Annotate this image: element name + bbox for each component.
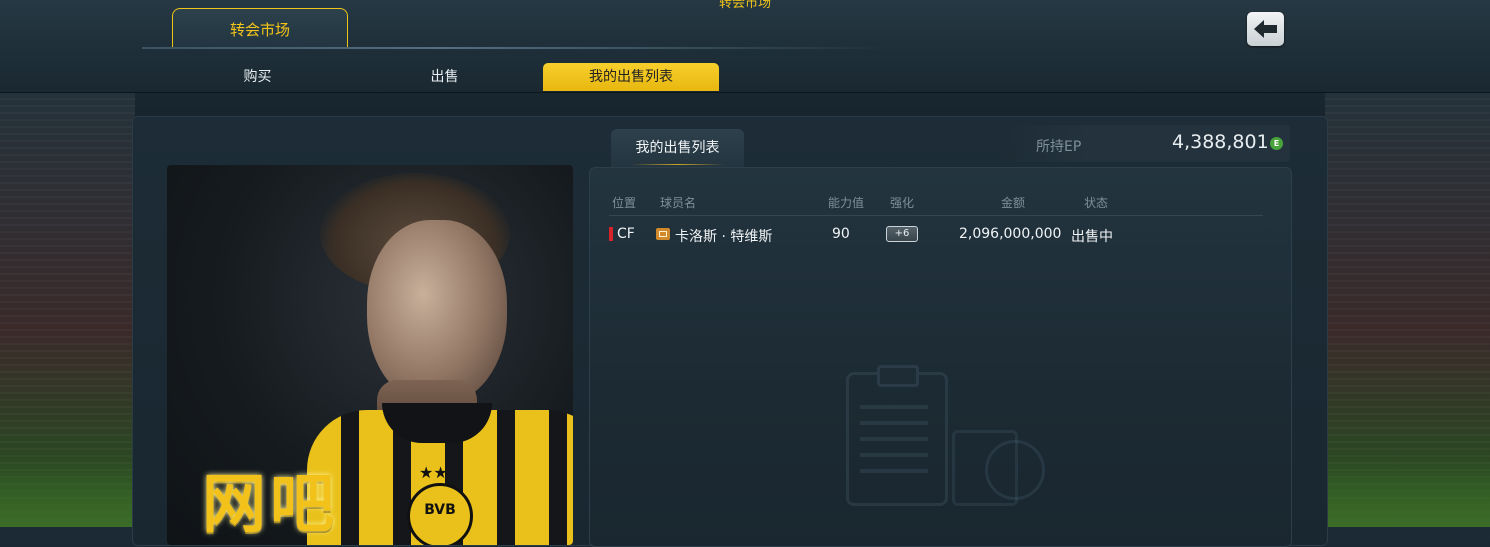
header-divider: [609, 215, 1263, 216]
tab-my-sell-list[interactable]: 我的出售列表: [543, 63, 719, 91]
clipboard-lines: [860, 405, 928, 485]
watermark-logo: 网吧: [202, 468, 338, 542]
column-price: 金额: [1001, 196, 1026, 210]
row-rating: 90: [832, 226, 850, 242]
stadium-right: [1325, 92, 1490, 527]
back-arrow-icon: [1254, 20, 1277, 38]
column-upgrade: 强化: [890, 196, 915, 210]
row-player-name: 卡洛斯 · 特维斯: [675, 229, 773, 245]
row-position: CF: [617, 226, 635, 242]
column-rating: 能力值: [828, 196, 865, 210]
tab-transfer-market[interactable]: 转会市场: [172, 8, 348, 49]
tab-my-sell-list-panel[interactable]: 我的出售列表: [611, 129, 744, 167]
row-status: 出售中: [1071, 229, 1113, 245]
crest-label: BVB: [424, 502, 456, 518]
column-player: 球员名: [660, 196, 697, 210]
crest-stars: ★★: [419, 463, 448, 482]
ball-icon: [985, 440, 1045, 500]
stadium-left: [0, 92, 135, 527]
row-price: 2,096,000,000: [959, 226, 1062, 242]
column-position: 位置: [612, 196, 637, 210]
tab-sell[interactable]: 出售: [372, 63, 517, 91]
tab-buy[interactable]: 购买: [185, 63, 330, 91]
player-card: ★★ BVB 网吧: [167, 165, 573, 545]
ep-value: 4,388,801: [1172, 131, 1269, 153]
ep-label: 所持EP: [1036, 139, 1082, 155]
tab-divider: [142, 47, 892, 49]
upgrade-badge: +6: [886, 226, 918, 242]
column-status: 状态: [1084, 196, 1109, 210]
ep-coin-icon: E: [1270, 137, 1283, 150]
back-button[interactable]: [1247, 12, 1284, 46]
player-face: [367, 220, 507, 405]
club-crest-icon: BVB: [407, 483, 473, 545]
header: 转会市场 转会市场 购买 出售 我的出售列表: [0, 0, 1490, 93]
position-marker: [609, 227, 613, 241]
card-season-icon: [656, 228, 670, 240]
